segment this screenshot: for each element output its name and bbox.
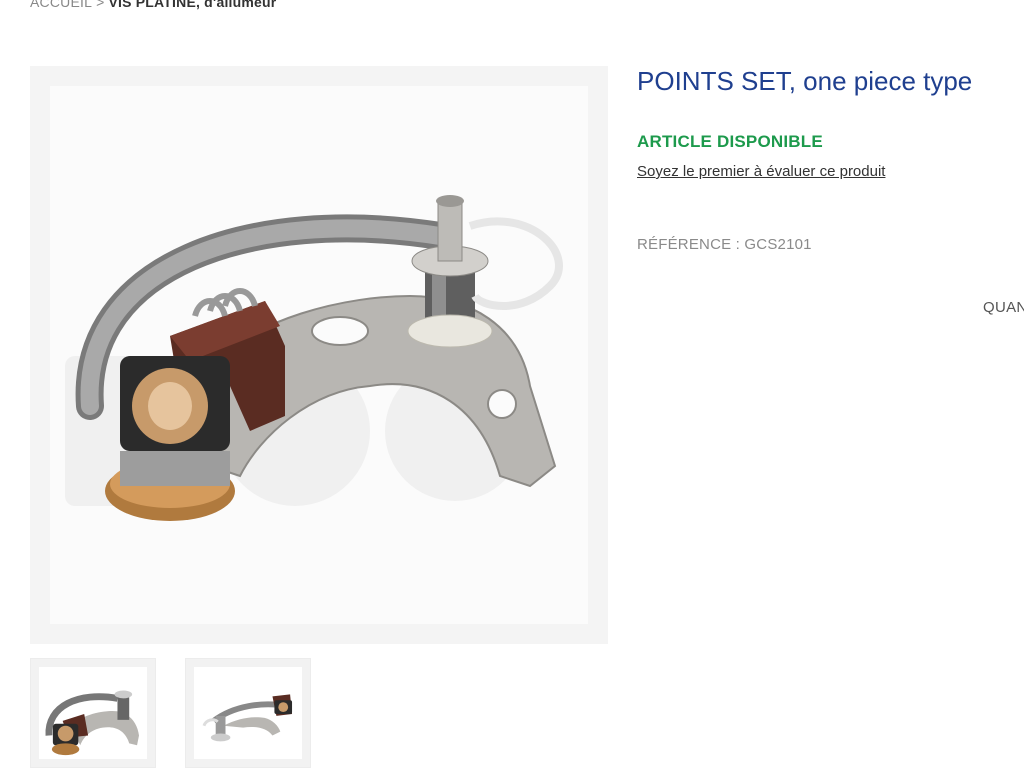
breadcrumb-separator: > (96, 0, 105, 10)
reference-value: GCS2101 (744, 236, 812, 253)
quantity-label: QUANTITÉ (983, 299, 1024, 316)
points-set-image (65, 195, 563, 521)
thumbnail-1-image (39, 667, 147, 759)
availability-status: ARTICLE DISPONIBLE (637, 132, 823, 151)
main-product-image[interactable] (30, 66, 608, 644)
product-title: POINTS SET, one piece type (637, 66, 973, 96)
breadcrumb: ACCUEIL > VIS PLATINE, d'allumeur (30, 0, 276, 10)
breadcrumb-current: VIS PLATINE, (108, 0, 201, 10)
breadcrumb-home-link[interactable]: ACCUEIL (30, 0, 92, 10)
product-image-frame (50, 86, 588, 624)
thumbnail-2[interactable] (185, 658, 311, 768)
breadcrumb-current-rest: d'allumeur (200, 0, 277, 10)
thumbnail-2-image (194, 667, 302, 759)
product-reference: RÉFÉRENCE : GCS2101 (637, 236, 812, 253)
write-review-link[interactable]: Soyez le premier à évaluer ce produit (637, 163, 885, 180)
reference-label: RÉFÉRENCE : (637, 236, 745, 253)
thumbnail-1[interactable] (30, 658, 156, 768)
